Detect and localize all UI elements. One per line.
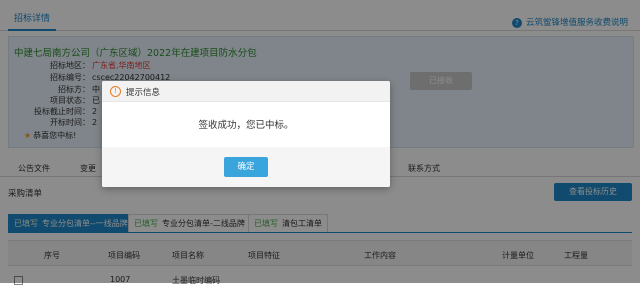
dialog-message: 签收成功，您已中标。 — [198, 120, 294, 131]
dialog-header: ! 提示信息 — [102, 81, 390, 102]
warning-icon: ! — [110, 86, 121, 97]
dialog-footer: 确定 — [102, 147, 390, 187]
confirm-button[interactable]: 确定 — [224, 157, 268, 177]
dialog-title: 提示信息 — [126, 88, 161, 98]
alert-dialog: ! 提示信息 签收成功，您已中标。 确定 — [102, 81, 390, 187]
